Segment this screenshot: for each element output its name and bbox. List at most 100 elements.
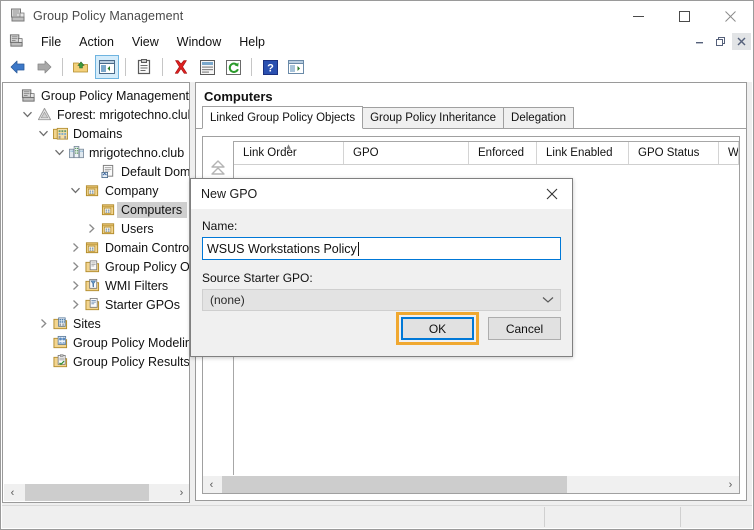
scroll-right-icon[interactable]: › (722, 476, 739, 493)
starter-gpo-icon (83, 297, 101, 312)
gpo-name-input[interactable]: WSUS Workstations Policy (202, 237, 561, 260)
forward-icon[interactable] (32, 55, 56, 79)
column-header-enforced[interactable]: Enforced (469, 142, 537, 164)
toolbar-separator (162, 58, 163, 76)
column-header-gpo[interactable]: GPO (344, 142, 469, 164)
ou-icon (83, 183, 101, 198)
tree-item-default-domain[interactable]: Default Domain (3, 162, 189, 181)
chevron-right-icon[interactable] (67, 257, 83, 276)
ou-icon (99, 221, 117, 236)
tree-horizontal-scrollbar[interactable]: ‹ › (4, 484, 189, 501)
maximize-button[interactable] (661, 1, 707, 31)
scroll-right-icon[interactable]: › (173, 484, 189, 501)
mdi-minimize-button[interactable] (690, 33, 709, 50)
up-one-level-icon[interactable] (69, 55, 93, 79)
chevron-down-icon[interactable] (19, 105, 35, 124)
column-header-link-enabled[interactable]: Link Enabled (537, 142, 629, 164)
show-hide-console-tree-icon[interactable] (95, 55, 119, 79)
ou-icon (99, 202, 117, 217)
console-tree: Group Policy Management Forest: mrigotech… (3, 83, 189, 371)
tree-item-label: Group Policy Ol (105, 259, 190, 274)
close-button[interactable] (707, 1, 753, 31)
tree-item-starter-gpos[interactable]: Starter GPOs (3, 295, 189, 314)
tree-item-group-policy-modeling[interactable]: Group Policy Modeling (3, 333, 189, 352)
chevron-right-icon[interactable] (67, 295, 83, 314)
tree-item-computers[interactable]: Computers (3, 200, 189, 219)
report-icon[interactable] (195, 55, 219, 79)
tree-item-domain-contro[interactable]: Domain Contro (3, 238, 189, 257)
menu-window[interactable]: Window (168, 32, 230, 52)
refresh-icon[interactable] (221, 55, 245, 79)
minimize-button[interactable] (615, 1, 661, 31)
tree-item-users[interactable]: Users (3, 219, 189, 238)
list-scroll-thumb[interactable] (222, 476, 567, 493)
menu-view[interactable]: View (123, 32, 168, 52)
column-header-link-order[interactable]: ▴ Link Order (234, 142, 344, 164)
status-pane-2 (545, 507, 681, 527)
gpm-console-icon (9, 33, 24, 51)
name-label: Name: (202, 219, 238, 233)
toolbar: ? (1, 53, 753, 81)
gp-results-icon (51, 354, 69, 369)
export-list-icon[interactable] (284, 55, 308, 79)
delete-icon[interactable] (169, 55, 193, 79)
tree-item-mrigotechno-club[interactable]: mrigotechno.club (3, 143, 189, 162)
dialog-close-button[interactable] (532, 179, 572, 209)
chevron-down-icon[interactable] (67, 181, 83, 200)
tree-item-group-policy-ol[interactable]: Group Policy Ol (3, 257, 189, 276)
tree-item-label: Domains (73, 126, 123, 141)
source-starter-gpo-select[interactable]: (none) (202, 289, 561, 311)
menu-file[interactable]: File (32, 32, 70, 52)
gpo-folder-icon (83, 259, 101, 274)
tab-strip: Linked Group Policy Objects Group Policy … (196, 106, 746, 129)
chevron-right-icon[interactable] (35, 314, 51, 333)
gpo-name-value: WSUS Workstations Policy (207, 241, 357, 256)
menu-help[interactable]: Help (230, 32, 274, 52)
properties-icon[interactable] (132, 55, 156, 79)
column-header-label: Enforced (478, 147, 525, 159)
tree-item-label: Company (105, 183, 159, 198)
mdi-close-button[interactable] (732, 33, 751, 50)
tree-item-forest-mrigotechno-club[interactable]: Forest: mrigotechno.club (3, 105, 189, 124)
mdi-child-controls (690, 33, 751, 50)
tab-delegation[interactable]: Delegation (503, 107, 575, 129)
gpo-link-icon (99, 164, 117, 179)
tree-item-label: Starter GPOs (105, 297, 181, 312)
menu-action[interactable]: Action (70, 32, 123, 52)
tree-item-sites[interactable]: Sites (3, 314, 189, 333)
window-title: Group Policy Management (33, 9, 184, 23)
console-tree-pane: Group Policy Management Forest: mrigotech… (2, 82, 190, 503)
tree-item-group-policy-management[interactable]: Group Policy Management (3, 86, 189, 105)
tree-item-wmi-filters[interactable]: WMI Filters (3, 276, 189, 295)
chevron-right-icon[interactable] (83, 219, 99, 238)
scroll-left-icon[interactable]: ‹ (203, 476, 220, 493)
tree-scroll-thumb[interactable] (25, 484, 149, 501)
column-header-label: GPO (353, 147, 379, 159)
chevron-down-icon[interactable] (51, 143, 67, 162)
list-horizontal-scrollbar[interactable]: ‹ › (203, 475, 739, 493)
mdi-restore-button[interactable] (711, 33, 730, 50)
cancel-button[interactable]: Cancel (488, 317, 561, 340)
chevron-right-icon[interactable] (67, 238, 83, 257)
tab-linked-group-policy-objects[interactable]: Linked Group Policy Objects (202, 106, 364, 129)
tree-item-label: Computers (117, 201, 188, 218)
list-scroll-track[interactable] (220, 476, 722, 493)
listview-header: ▴ Link Order GPO Enforced Link Enabled GPO St… (234, 142, 739, 164)
chevron-right-icon[interactable] (67, 276, 83, 295)
tree-scroll-track[interactable] (21, 484, 173, 501)
tree-item-group-policy-results[interactable]: Group Policy Results (3, 352, 189, 371)
dialog-buttons: OK Cancel (396, 312, 561, 345)
tree-item-company[interactable]: Company (3, 181, 189, 200)
tree-item-domains[interactable]: Domains (3, 124, 189, 143)
tab-group-policy-inheritance[interactable]: Group Policy Inheritance (362, 107, 505, 129)
domain-icon (67, 145, 85, 160)
help-icon[interactable]: ? (258, 55, 282, 79)
back-icon[interactable] (6, 55, 30, 79)
scroll-left-icon[interactable]: ‹ (4, 484, 21, 501)
ok-button[interactable]: OK (401, 317, 474, 340)
chevron-down-icon[interactable] (35, 124, 51, 143)
column-header-gpo-status[interactable]: GPO Status (629, 142, 719, 164)
column-header-w[interactable]: W (719, 142, 739, 164)
